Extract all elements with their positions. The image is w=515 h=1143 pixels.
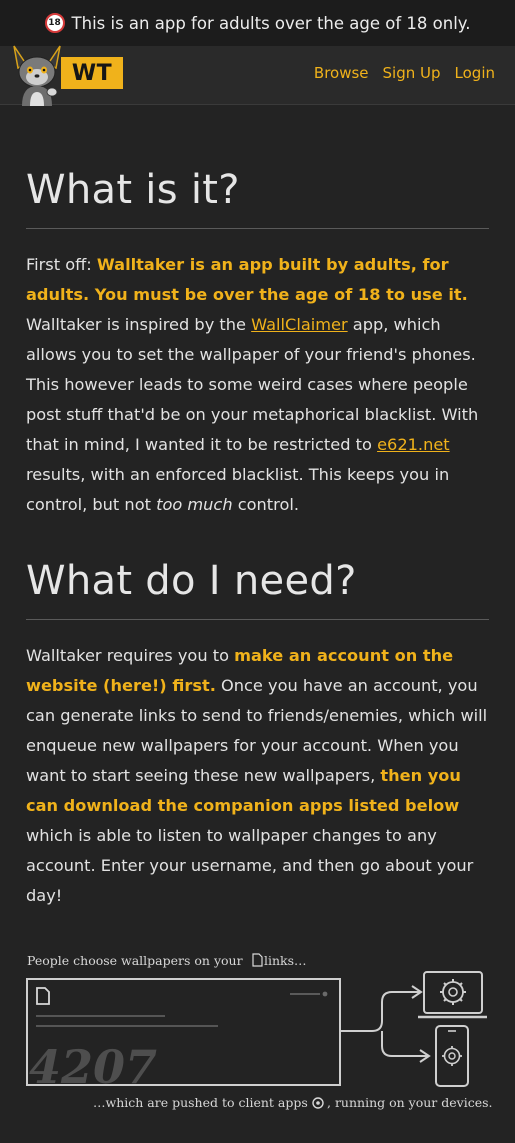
age-warning-text: This is an app for adults over the age o…: [71, 13, 471, 33]
mascot-logo-icon[interactable]: [8, 40, 66, 106]
app-gear-icon: [312, 1097, 324, 1109]
link-page-file-icon: [36, 987, 50, 1005]
link-number-watermark: 4207: [29, 1040, 157, 1094]
navbar: WT Browse Sign Up Login: [0, 45, 515, 106]
section-what-is-it-title: What is it?: [26, 167, 240, 213]
section-divider: [26, 619, 489, 620]
link-file-icon: [252, 953, 263, 967]
section-what-do-i-need-title: What do I need?: [26, 558, 357, 604]
wallclaimer-link[interactable]: WallClaimer: [251, 315, 347, 334]
paragraph-text: Walltaker requires you to: [26, 646, 235, 665]
paragraph-text: app, which allows you to set the wallpap…: [26, 315, 479, 454]
diagram-caption-devices: , running on your devices.: [327, 1095, 492, 1110]
paragraph-text: First off:: [26, 255, 97, 274]
nav-links: Browse Sign Up Login: [314, 64, 495, 82]
age-warning-banner: 18 This is an app for adults over the ag…: [0, 0, 515, 46]
laptop-device-icon: [418, 971, 487, 1019]
paragraph-text: control.: [232, 495, 299, 514]
emphasis-text: too much: [156, 495, 233, 514]
e621-link[interactable]: e621.net: [377, 435, 450, 454]
nav-login-link[interactable]: Login: [455, 64, 495, 82]
section-what-is-it-paragraph: First off: Walltaker is an app built by …: [26, 250, 489, 520]
phone-device-icon: [435, 1025, 469, 1087]
adults-only-icon: 18: [44, 13, 65, 33]
section-what-do-i-need-paragraph: Walltaker requires you to make an accoun…: [26, 641, 489, 911]
diagram-caption-top: People choose wallpapers on your: [27, 953, 243, 968]
diagram-caption-bottom: …which are pushed to client apps: [93, 1095, 308, 1110]
paragraph-text: which is able to listen to wallpaper cha…: [26, 826, 474, 905]
paragraph-text: Walltaker is inspired by the: [26, 315, 252, 334]
main-content: What is it? First off: Walltaker is an a…: [26, 105, 489, 911]
section-divider: [26, 228, 489, 229]
diagram-caption-links: links…: [264, 953, 307, 968]
placeholder-dot: [322, 991, 328, 997]
logo-wordmark[interactable]: WT: [61, 57, 123, 89]
nav-browse-link[interactable]: Browse: [314, 64, 369, 82]
push-arrows: [340, 985, 431, 1063]
how-it-works-diagram: People choose wallpapers on your links… …: [26, 953, 492, 1110]
nav-signup-link[interactable]: Sign Up: [383, 64, 441, 82]
